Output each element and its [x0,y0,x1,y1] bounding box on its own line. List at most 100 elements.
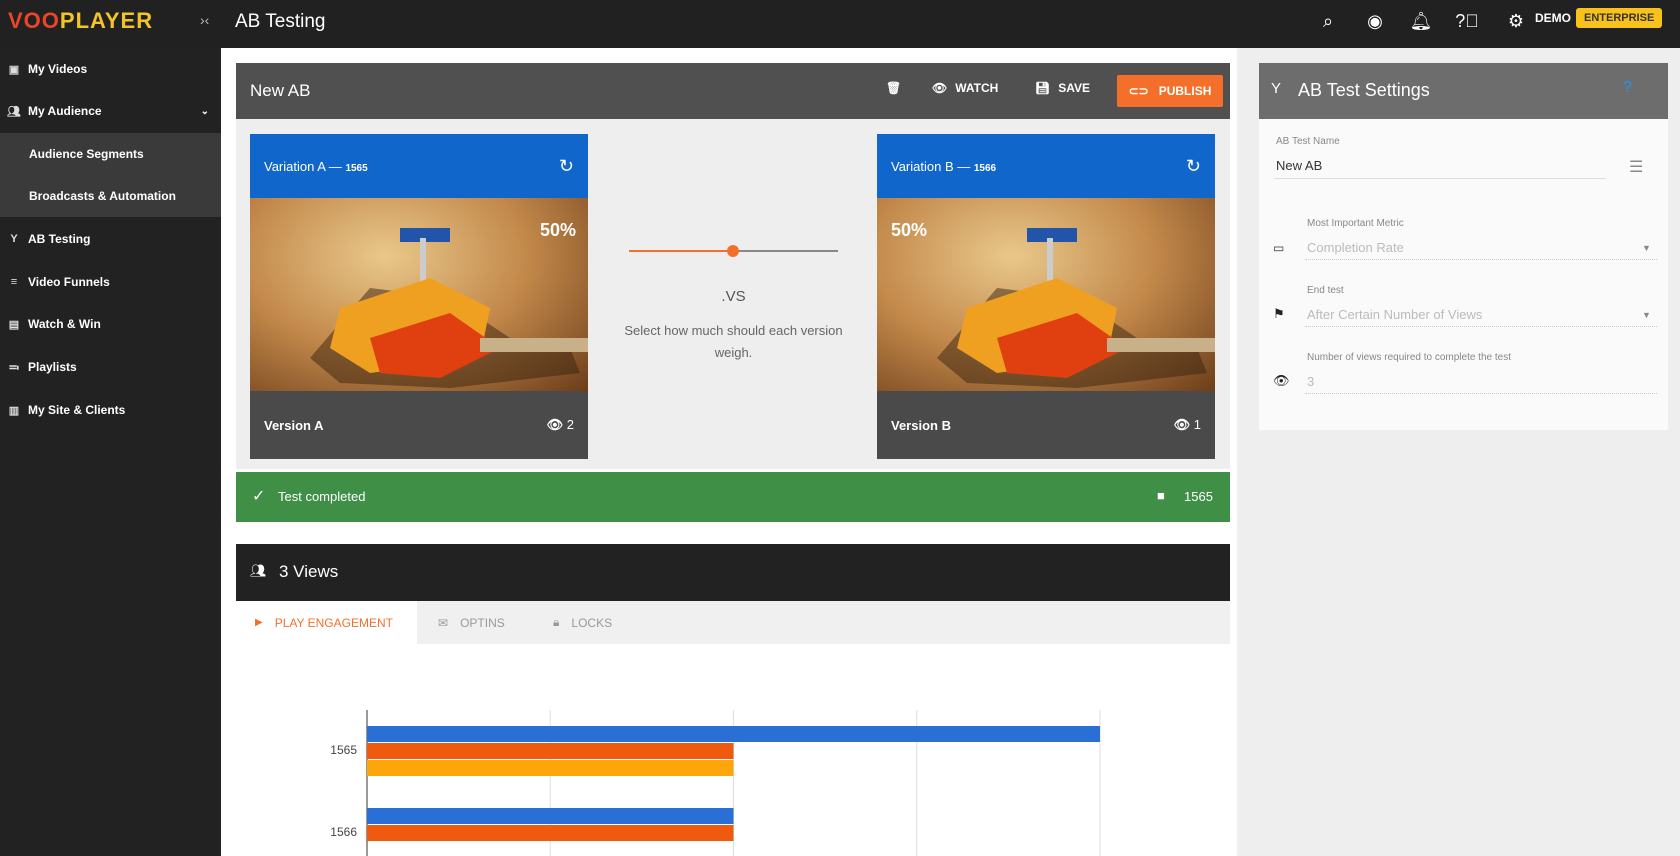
sidebar-item-label: Broadcasts & Automation [29,189,176,203]
weight-slider-handle[interactable] [727,245,739,257]
version-label: Version B [891,417,951,433]
views-title: 3 Views [279,562,339,581]
lego-image [937,228,1215,388]
delete-button[interactable]: 🗑︎ [886,81,901,95]
user-name[interactable]: DEMO [1535,11,1571,25]
metric-select[interactable]: Completion Rate [1307,240,1404,255]
sidebar-item-watch-win[interactable]: ▤ Watch & Win [0,303,221,345]
tab-label: PLAY ENGAGEMENT [274,615,393,630]
publish-button[interactable]: ⊂⊃ PUBLISH [1117,75,1223,107]
save-icon: 💾︎ [1035,81,1051,95]
plan-badge: ENTERPRISE [1576,8,1663,28]
views-header: 👥︎ 3 Views [236,544,1230,601]
collapse-sidebar-icon[interactable]: ›‹ [200,12,209,28]
broadcast-icon[interactable]: ◉ [1363,11,1387,32]
ab-title: New AB [250,81,311,100]
variation-a-card: Variation A — 1565 ↻ 50% Version A 👁︎ 2 [250,134,588,459]
video-thumbnail[interactable]: 50% [250,198,588,391]
fork-icon: Y [1271,80,1282,97]
refresh-icon[interactable]: ↻ [559,156,574,177]
weight-percent: 50% [539,220,576,240]
video-thumbnail[interactable]: 50% [877,198,1215,391]
sidebar-item-label: AB Testing [28,232,91,246]
eye-icon: 👁︎ [932,81,948,95]
bar [367,743,734,759]
sidebar-item-my-site[interactable]: ▥ My Site & Clients [0,389,221,431]
variation-b-header: Variation B — 1566 ↻ [877,134,1215,198]
top-bar: VOOPLAYER ›‹ AB Testing ⌕ ◉ 🔔︎ ?⃝ ⚙ DEMO… [0,0,1680,48]
ruler-icon: ▭ [1273,241,1285,255]
video-camera-icon: ■ [1157,488,1165,503]
engagement-chart: 1565 1566 [330,710,1101,856]
sidebar-item-audience-segments[interactable]: Audience Segments [0,133,221,175]
views-label: Number of views required to complete the… [1307,352,1511,363]
search-icon[interactable]: ⌕ [1316,11,1340,32]
mail-icon: ✉ [438,615,449,630]
refresh-icon[interactable]: ↻ [1186,156,1201,177]
sidebar-item-label: Watch & Win [28,317,101,331]
eye-icon: 👁︎ [546,417,564,432]
funnel-icon: ≡ [10,276,18,288]
sidebar-item-my-audience[interactable]: 👥︎ My Audience ⌄ [0,90,221,132]
version-label: Version A [264,417,324,433]
sidebar-item-broadcasts[interactable]: Broadcasts & Automation [0,175,221,217]
help-icon[interactable]: ?⃝ [1455,11,1479,32]
gear-icon[interactable]: ⚙ [1504,11,1528,32]
sidebar-item-label: My Videos [28,62,88,76]
vs-help-text: Select how much should each version weig… [624,323,843,360]
weight-slider-fill [629,250,733,252]
logo[interactable]: VOOPLAYER [8,8,153,34]
variation-title: Variation B — [891,158,971,174]
weight-percent: 50% [891,220,928,240]
variation-b-card: Variation B — 1566 ↻ 50% Version B 👁︎ 1 [877,134,1215,459]
audience-icon: 👥︎ [7,105,21,118]
vs-label: .VS [721,288,746,305]
name-input[interactable]: New AB [1276,158,1322,173]
watch-label: WATCH [955,81,999,95]
bar [367,808,734,824]
variation-a-footer: Version A 👁︎ 2 [250,391,588,459]
end-select[interactable]: After Certain Number of Views [1307,307,1482,322]
variation-id: 1565 [345,162,368,174]
flag-icon: ⚑ [1273,306,1285,321]
view-count: 2 [566,417,574,432]
stats-tabs: ▶ PLAY ENGAGEMENT ✉ OPTINS 🔒︎ LOCKS [236,601,1230,644]
metric-underline [1305,259,1657,260]
name-label: AB Test Name [1276,136,1340,147]
sidebar-item-label: My Audience [28,104,102,118]
dropdown-arrow-icon[interactable]: ▼ [1642,310,1651,320]
check-icon: ✓ [252,488,266,505]
group-icon: 👥︎ [250,563,267,578]
metric-label: Most Important Metric [1307,218,1404,229]
sidebar-item-ab-testing[interactable]: Y AB Testing [0,218,221,260]
sliders-icon[interactable]: ☰ [1629,157,1643,177]
sidebar-item-label: Playlists [28,360,77,374]
tab-label: OPTINS [460,615,505,630]
site-icon: ▥ [8,404,20,417]
lock-icon: 🔒︎ [553,615,560,629]
ab-header: New AB 🗑︎ 👁︎ WATCH 💾︎ SAVE ⊂⊃ PUBLISH [236,63,1230,119]
sidebar-item-playlists[interactable]: ≕ Playlists [0,346,221,388]
trash-icon: 🗑︎ [886,81,902,95]
views-underline [1305,393,1657,394]
watch-button[interactable]: 👁︎ WATCH [932,81,998,95]
sidebar-item-my-videos[interactable]: ▣ My Videos [0,48,221,90]
views-input[interactable]: 3 [1307,374,1314,389]
dropdown-arrow-icon[interactable]: ▼ [1642,243,1651,253]
bell-icon[interactable]: 🔔︎ [1409,11,1433,32]
save-label: SAVE [1058,81,1091,95]
save-button[interactable]: 💾︎ SAVE [1035,81,1090,95]
status-text: Test completed [278,489,366,504]
help-icon[interactable]: ? [1623,79,1632,97]
chevron-down-icon: ⌄ [200,105,209,117]
status-bar: ✓ Test completed ■ 1565 [236,472,1230,522]
tab-locks[interactable]: 🔒︎ LOCKS [553,601,612,644]
end-label: End test [1307,285,1344,296]
sidebar: ▣ My Videos 👥︎ My Audience ⌄ Audience Segme… [0,48,221,856]
settings-panel: Y AB Test Settings ? AB Test Name New AB… [1259,63,1668,430]
tab-play-engagement[interactable]: ▶ PLAY ENGAGEMENT [236,601,417,644]
tab-optins[interactable]: ✉ OPTINS [438,601,505,644]
play-icon: ▶ [255,617,263,628]
variation-id: 1566 [973,162,997,174]
sidebar-item-video-funnels[interactable]: ≡ Video Funnels [0,261,221,303]
